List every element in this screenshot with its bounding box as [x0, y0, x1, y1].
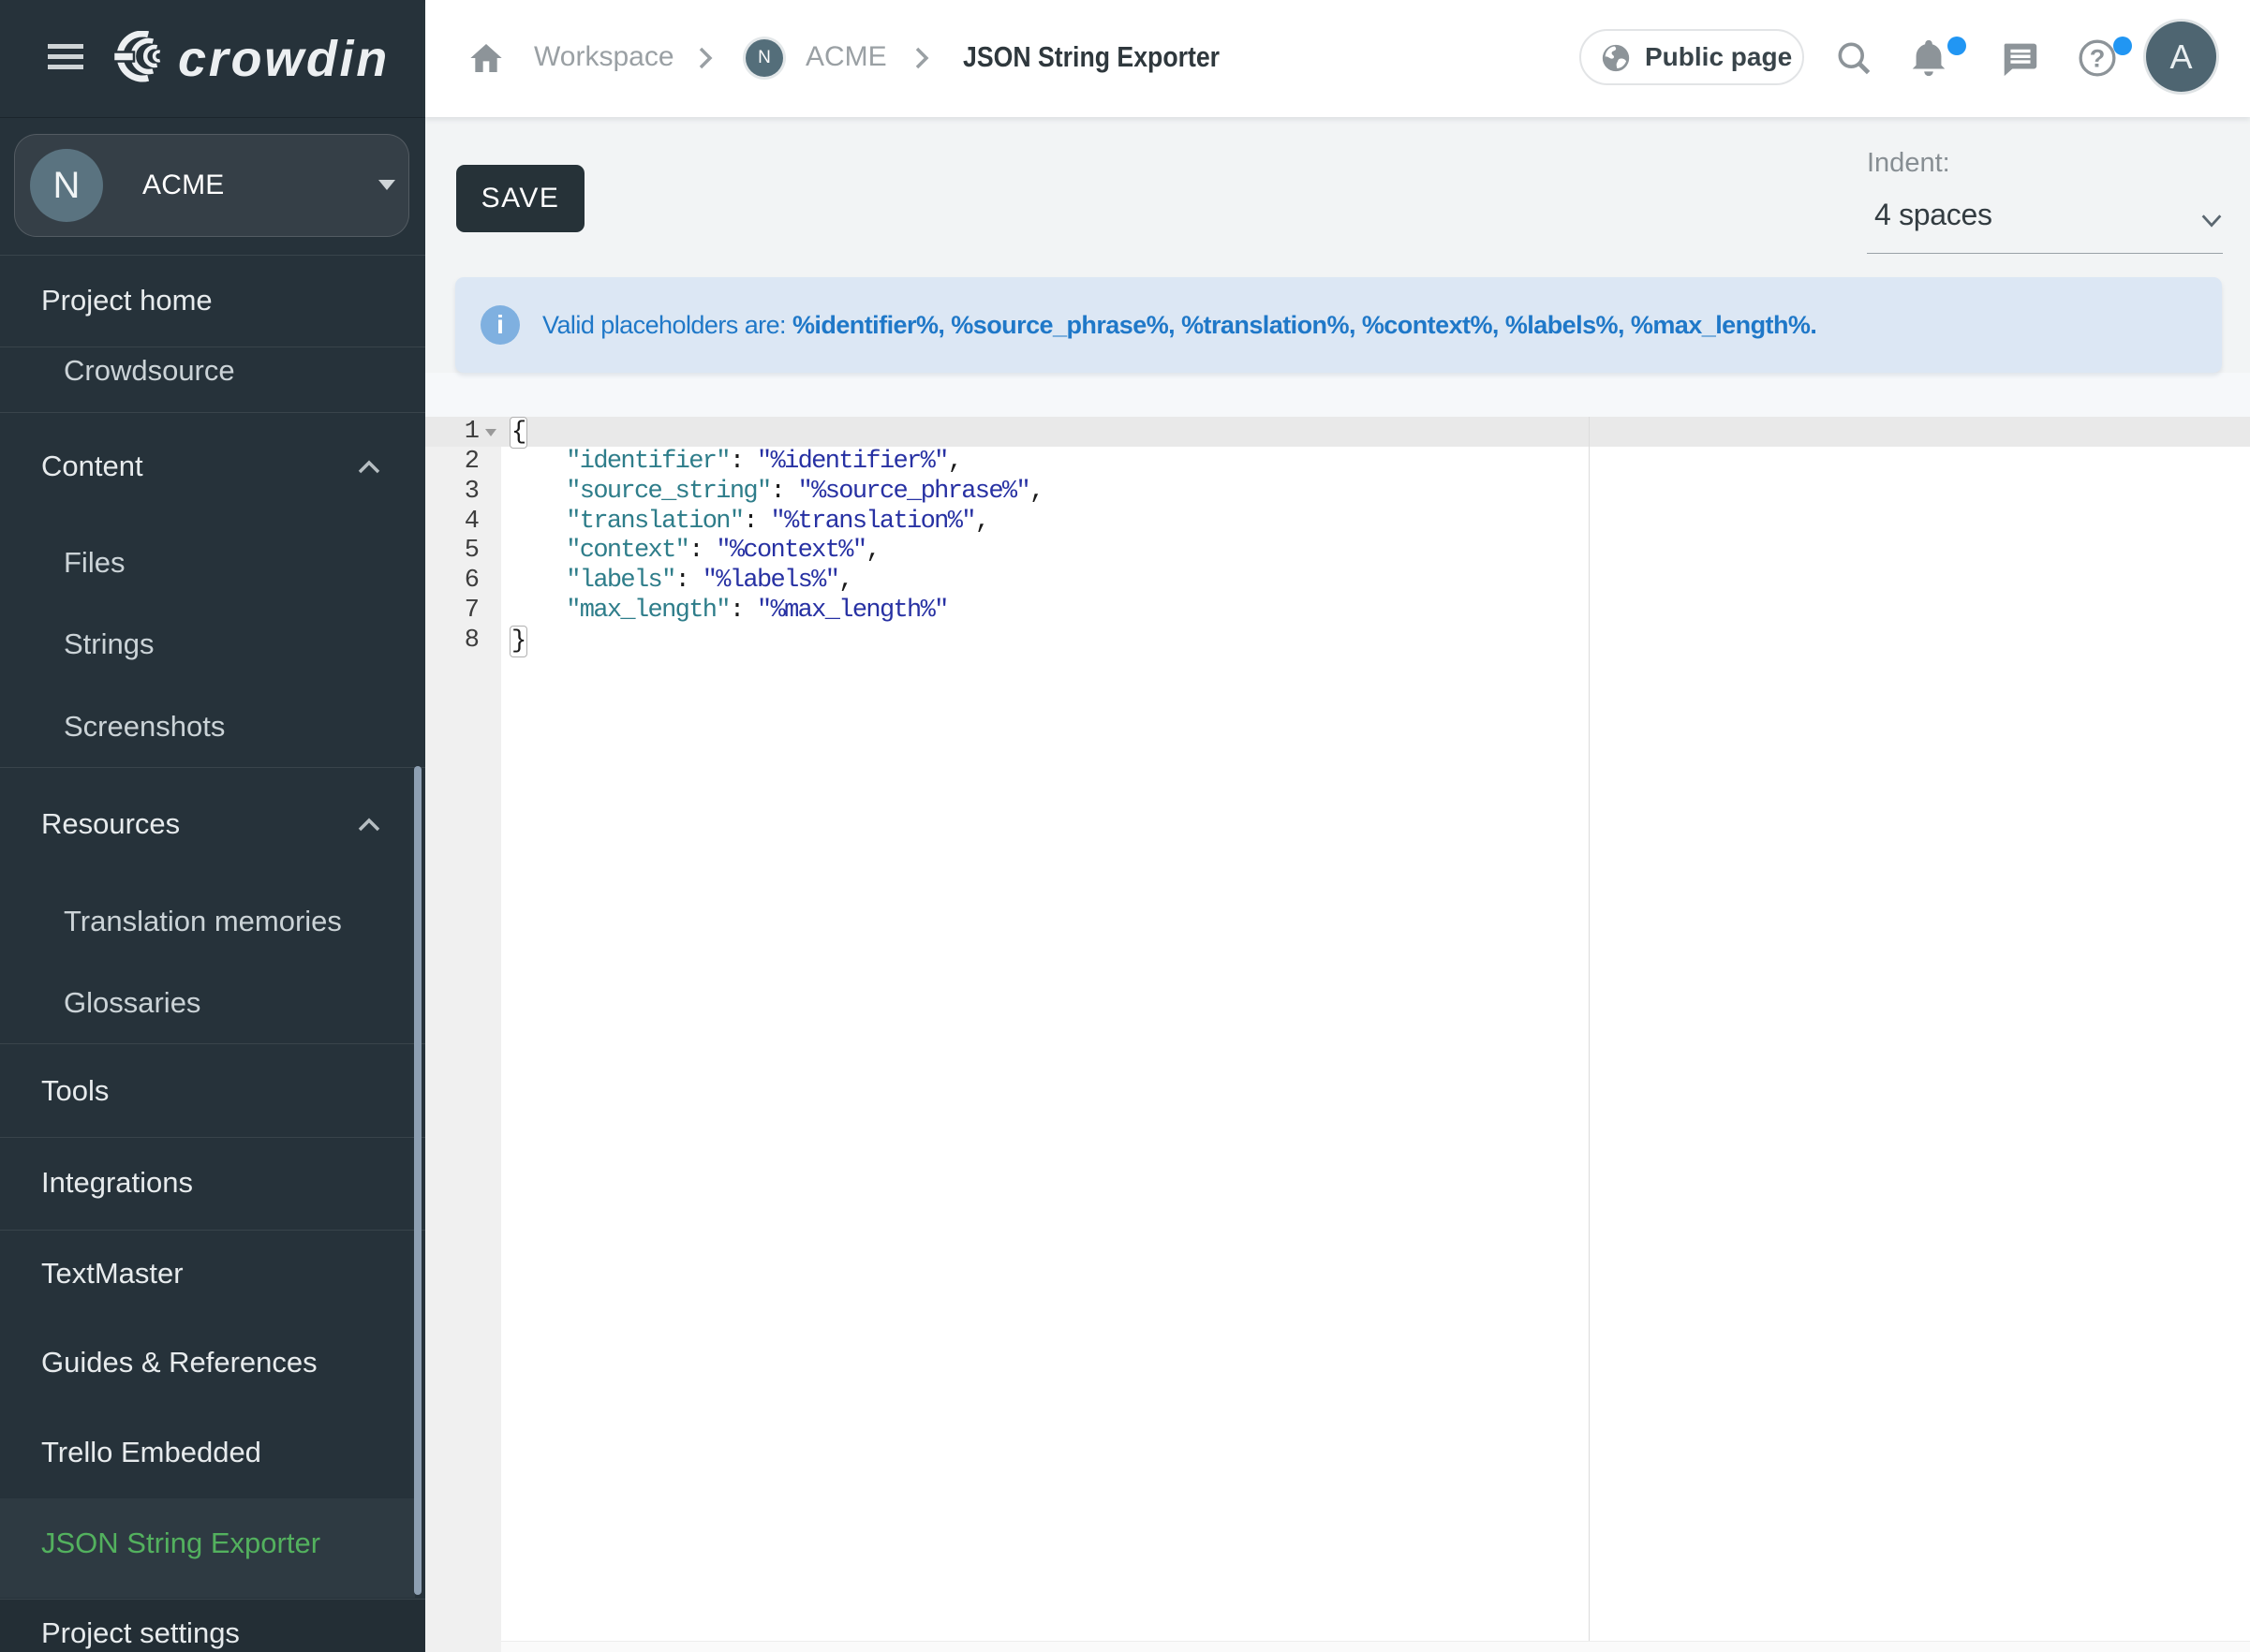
svg-text:?: ?	[2090, 44, 2106, 73]
svg-text:crowdin: crowdin	[178, 31, 390, 83]
